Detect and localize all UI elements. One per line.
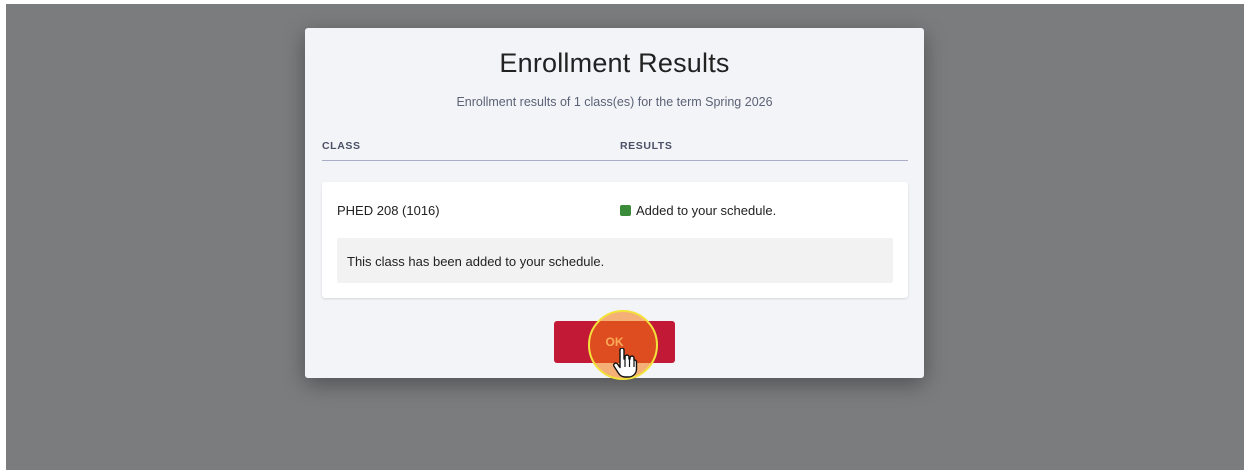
result-row: PHED 208 (1016) Added to your schedule. … bbox=[322, 182, 908, 298]
dialog-title: Enrollment Results bbox=[499, 48, 730, 78]
result-message-box: This class has been added to your schedu… bbox=[337, 238, 893, 283]
result-status-label: Added to your schedule. bbox=[636, 203, 777, 218]
result-status: Added to your schedule. bbox=[620, 203, 776, 218]
header-divider bbox=[322, 160, 908, 161]
success-status-icon bbox=[620, 205, 631, 216]
dialog-subtitle: Enrollment results of 1 class(es) for th… bbox=[456, 95, 773, 109]
hand-pointer-icon bbox=[612, 348, 638, 378]
result-message: This class has been added to your schedu… bbox=[347, 254, 605, 269]
column-header-class: CLASS bbox=[322, 140, 361, 152]
column-header-results: RESULTS bbox=[620, 140, 673, 152]
class-name: PHED 208 (1016) bbox=[337, 203, 440, 218]
